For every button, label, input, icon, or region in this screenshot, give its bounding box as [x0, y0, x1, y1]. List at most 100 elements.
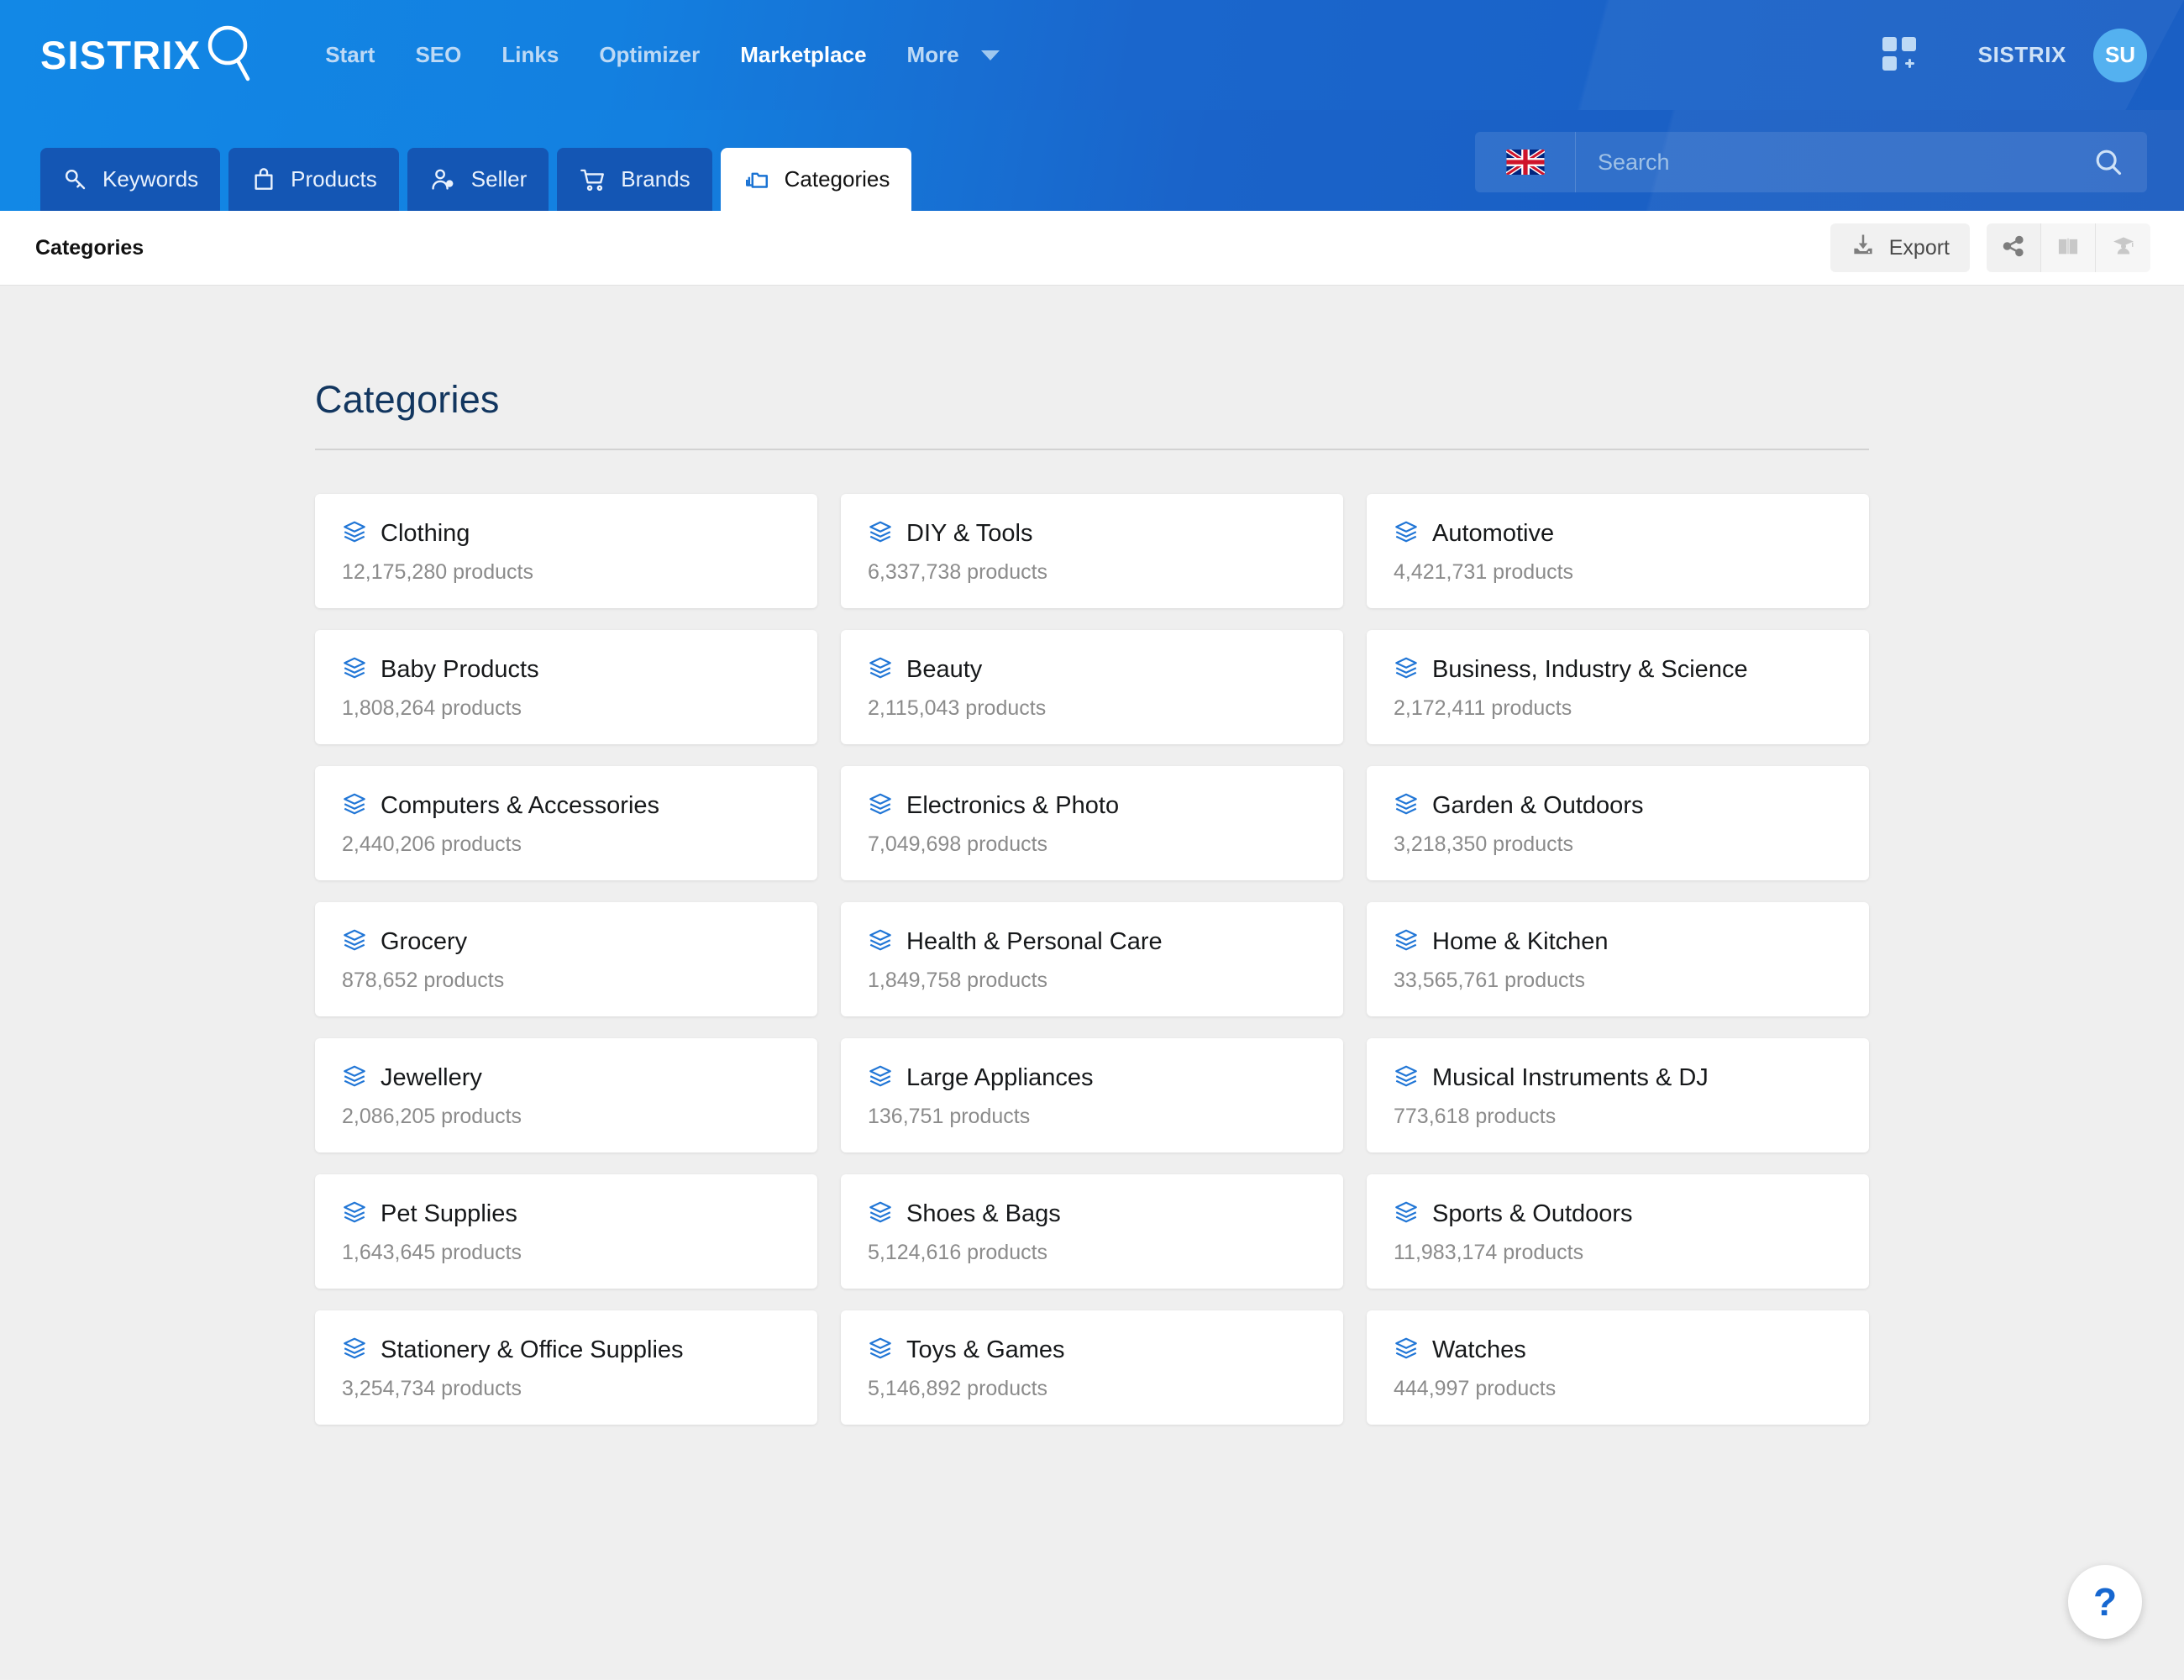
share-icon — [2001, 234, 2026, 263]
category-card-head: DIY & Tools — [868, 519, 1316, 549]
grid-plus-icon[interactable] — [1882, 36, 1919, 74]
main-navigation: Start SEO Links Optimizer Marketplace Mo… — [305, 42, 1007, 68]
category-card-count: 12,175,280 products — [342, 560, 533, 584]
docs-button[interactable] — [2041, 223, 2096, 272]
category-card-toys-games[interactable]: Toys & Games 5,146,892 products — [841, 1310, 1343, 1425]
category-card-head: Electronics & Photo — [868, 791, 1316, 821]
category-card-title: Clothing — [381, 520, 470, 547]
nav-item-optimizer[interactable]: Optimizer — [579, 42, 720, 68]
category-card-computers-accessories[interactable]: Computers & Accessories 2,440,206 produc… — [315, 766, 817, 880]
help-button[interactable]: ? — [2068, 1565, 2142, 1639]
search-input[interactable] — [1576, 149, 2070, 176]
layers-icon — [342, 927, 367, 957]
category-card-title: Sports & Outdoors — [1432, 1200, 1633, 1227]
tab-keywords-label: Keywords — [102, 166, 199, 192]
category-card-large-appliances[interactable]: Large Appliances 136,751 products — [841, 1038, 1343, 1152]
layers-icon — [342, 1200, 367, 1229]
avatar[interactable]: SU — [2093, 28, 2147, 82]
category-card-beauty[interactable]: Beauty 2,115,043 products — [841, 630, 1343, 744]
category-card-title: Electronics & Photo — [906, 792, 1120, 819]
tab-keywords[interactable]: Keywords — [40, 148, 221, 211]
category-card-count: 5,124,616 products — [868, 1241, 1048, 1264]
category-card-grocery[interactable]: Grocery 878,652 products — [315, 902, 817, 1016]
category-card-title: Automotive — [1432, 520, 1555, 547]
category-card-title: DIY & Tools — [906, 520, 1033, 547]
category-card-baby-products[interactable]: Baby Products 1,808,264 products — [315, 630, 817, 744]
category-card-shoes-bags[interactable]: Shoes & Bags 5,124,616 products — [841, 1174, 1343, 1289]
layers-icon — [868, 1200, 893, 1229]
category-card-electronics-photo[interactable]: Electronics & Photo 7,049,698 products — [841, 766, 1343, 880]
category-card-stationery-office-supplies[interactable]: Stationery & Office Supplies 3,254,734 p… — [315, 1310, 817, 1425]
account-name[interactable]: SISTRIX — [1978, 42, 2066, 68]
category-card-count: 2,172,411 products — [1394, 696, 1572, 720]
category-card-title: Shoes & Bags — [906, 1200, 1061, 1227]
category-card-count: 5,146,892 products — [868, 1377, 1048, 1400]
category-card-title: Garden & Outdoors — [1432, 792, 1644, 819]
toolbar-actions: Export — [1830, 223, 2150, 272]
category-card-title: Jewellery — [381, 1064, 482, 1091]
toolbar-icon-group — [1987, 223, 2150, 272]
tab-categories[interactable]: Categories — [720, 148, 912, 211]
nav-item-more[interactable]: More — [887, 42, 1008, 68]
nav-item-links[interactable]: Links — [481, 42, 579, 68]
share-button[interactable] — [1987, 223, 2041, 272]
category-card-watches[interactable]: Watches 444,997 products — [1367, 1310, 1869, 1425]
layers-icon — [868, 927, 893, 957]
category-card-garden-outdoors[interactable]: Garden & Outdoors 3,218,350 products — [1367, 766, 1869, 880]
category-card-automotive[interactable]: Automotive 4,421,731 products — [1367, 494, 1869, 608]
category-card-count: 11,983,174 products — [1394, 1241, 1584, 1264]
marketplace-subnav: Keywords Products Seller Brands Categori… — [0, 110, 2184, 211]
tab-categories-label: Categories — [784, 166, 890, 192]
export-button[interactable]: Export — [1830, 223, 1970, 272]
category-card-home-kitchen[interactable]: Home & Kitchen 33,565,761 products — [1367, 902, 1869, 1016]
subnav-tabs: Keywords Products Seller Brands Categori… — [40, 148, 912, 211]
nav-item-more-label[interactable]: More — [887, 42, 979, 68]
nav-item-start[interactable]: Start — [305, 42, 395, 68]
shopping-cart-icon — [579, 166, 607, 193]
layers-icon — [1394, 1200, 1419, 1229]
category-card-title: Beauty — [906, 656, 983, 683]
brand-name: SISTRIX — [40, 33, 202, 77]
category-card-head: Garden & Outdoors — [1394, 791, 1842, 821]
layers-icon — [868, 791, 893, 821]
page-title: Categories — [315, 378, 500, 421]
academy-button[interactable] — [2096, 223, 2150, 272]
category-card-count: 3,254,734 products — [342, 1377, 522, 1400]
chevron-down-icon — [980, 50, 1000, 60]
download-icon — [1851, 233, 1876, 264]
category-card-pet-supplies[interactable]: Pet Supplies 1,643,645 products — [315, 1174, 817, 1289]
brand-logo[interactable]: SISTRIX — [40, 22, 255, 88]
category-card-title: Grocery — [381, 928, 468, 955]
book-icon — [2055, 234, 2081, 262]
nav-item-seo[interactable]: SEO — [395, 42, 481, 68]
layers-icon — [1394, 927, 1419, 957]
tab-products[interactable]: Products — [228, 148, 399, 211]
country-selector[interactable] — [1475, 132, 1576, 192]
category-card-musical-instruments-dj[interactable]: Musical Instruments & DJ 773,618 product… — [1367, 1038, 1869, 1152]
category-card-health-personal-care[interactable]: Health & Personal Care 1,849,758 product… — [841, 902, 1343, 1016]
category-card-head: Musical Instruments & DJ — [1394, 1063, 1842, 1093]
category-card-title: Health & Personal Care — [906, 928, 1163, 955]
category-card-title: Business, Industry & Science — [1432, 656, 1748, 683]
category-card-head: Baby Products — [342, 655, 790, 685]
search-icon[interactable] — [2070, 146, 2147, 178]
uk-flag-icon — [1505, 150, 1545, 175]
category-card-head: Beauty — [868, 655, 1316, 685]
nav-item-marketplace[interactable]: Marketplace — [720, 42, 886, 68]
layers-icon — [342, 791, 367, 821]
category-card-business-industry-science[interactable]: Business, Industry & Science 2,172,411 p… — [1367, 630, 1869, 744]
category-card-title: Baby Products — [381, 656, 539, 683]
category-card-head: Stationery & Office Supplies — [342, 1336, 790, 1365]
category-card-diy-tools[interactable]: DIY & Tools 6,337,738 products — [841, 494, 1343, 608]
tab-brands[interactable]: Brands — [557, 148, 712, 211]
title-divider — [315, 449, 1869, 450]
category-card-clothing[interactable]: Clothing 12,175,280 products — [315, 494, 817, 608]
category-card-sports-outdoors[interactable]: Sports & Outdoors 11,983,174 products — [1367, 1174, 1869, 1289]
category-card-count: 1,808,264 products — [342, 696, 522, 720]
category-card-head: Large Appliances — [868, 1063, 1316, 1093]
category-card-jewellery[interactable]: Jewellery 2,086,205 products — [315, 1038, 817, 1152]
category-card-title: Large Appliances — [906, 1064, 1094, 1091]
layers-icon — [1394, 655, 1419, 685]
tab-seller[interactable]: Seller — [407, 148, 549, 211]
category-card-title: Toys & Games — [906, 1336, 1065, 1363]
